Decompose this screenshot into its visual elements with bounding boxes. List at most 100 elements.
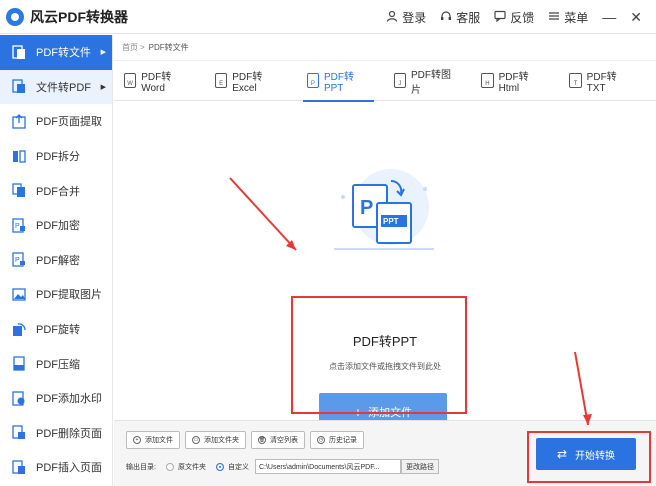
tab-pdf-to-ppt[interactable]: P PDF转PPT bbox=[302, 61, 374, 102]
add-icon: + bbox=[133, 436, 141, 444]
title-actions: 登录 客服 反馈 菜单 — ✕ bbox=[386, 0, 656, 34]
tab-label: PDF转Html bbox=[498, 71, 529, 94]
file-list-tools: + 添加文件 ▭ 添加文件夹 🗑 清空列表 ◷ 历史记录 bbox=[126, 431, 369, 449]
sidebar-item-label: PDF删除页面 bbox=[36, 427, 102, 440]
tab-label: PDF转Excel bbox=[232, 71, 263, 94]
sidebar-item-split[interactable]: PDF拆分 bbox=[0, 139, 112, 174]
user-icon bbox=[386, 10, 398, 25]
breadcrumb: 首页 > PDF转文件 bbox=[114, 35, 656, 61]
tab-pdf-to-word[interactable]: W PDF转Word bbox=[124, 61, 191, 101]
toolbar-add-file-button[interactable]: + 添加文件 bbox=[126, 431, 180, 449]
sidebar-item-extract-image[interactable]: PDF提取图片 bbox=[0, 277, 112, 312]
tab-pdf-to-html[interactable]: H PDF转Html bbox=[481, 61, 545, 101]
file-drop-area[interactable]: P PPT PDF转PPT 点击添加文件或拖拽文件到此处 + 添加文件 bbox=[114, 102, 656, 431]
page-extract-icon bbox=[10, 113, 28, 129]
sidebar: PDF转文件 ▶ 文件转PDF ▶ PDF页面提取 PDF拆分 PDF合并 P … bbox=[0, 35, 113, 486]
toolbar-clear-list-button[interactable]: 🗑 清空列表 bbox=[251, 431, 305, 449]
conversion-tabs: W PDF转Word E PDF转Excel P PDF转PPT J PDF转图… bbox=[114, 61, 656, 102]
login-button[interactable]: 登录 bbox=[386, 9, 426, 26]
annotation-box-start bbox=[527, 431, 651, 483]
sidebar-item-encrypt[interactable]: P PDF加密 bbox=[0, 208, 112, 243]
tab-label: PDF转TXT bbox=[586, 71, 617, 94]
annotation-box-drop bbox=[291, 296, 467, 414]
app-title: 风云PDF转换器 bbox=[30, 8, 128, 25]
watermark-icon bbox=[10, 390, 28, 406]
sidebar-item-merge[interactable]: PDF合并 bbox=[0, 173, 112, 208]
trash-icon: 🗑 bbox=[258, 436, 266, 444]
sidebar-item-label: 文件转PDF bbox=[36, 81, 91, 94]
radio-source-folder[interactable] bbox=[165, 462, 174, 471]
tab-pdf-to-txt[interactable]: T PDF转TXT bbox=[569, 61, 632, 101]
toolbar-button-label: 清空列表 bbox=[270, 437, 298, 444]
output-label: 输出目录: bbox=[126, 463, 156, 471]
ppt-file-icon: P bbox=[306, 73, 319, 88]
sidebar-item-compress[interactable]: PDF压缩 bbox=[0, 346, 112, 381]
encrypt-icon: P bbox=[10, 217, 28, 233]
insert-page-icon bbox=[10, 459, 28, 475]
sidebar-item-delete-page[interactable]: PDF删除页面 bbox=[0, 416, 112, 451]
sidebar-item-label: PDF转文件 bbox=[36, 47, 91, 60]
sidebar-item-label: PDF加密 bbox=[36, 220, 80, 233]
svg-text:P: P bbox=[15, 257, 20, 264]
toolbar-button-label: 历史记录 bbox=[329, 437, 357, 444]
feedback-icon bbox=[494, 10, 506, 25]
tab-pdf-to-image[interactable]: J PDF转图片 bbox=[393, 61, 458, 101]
html-file-icon: H bbox=[481, 73, 494, 88]
breadcrumb-current: PDF转文件 bbox=[148, 43, 189, 52]
word-file-icon: W bbox=[124, 73, 137, 88]
decrypt-icon: P bbox=[10, 252, 28, 268]
menu-label: 菜单 bbox=[564, 10, 589, 25]
sidebar-item-label: PDF拆分 bbox=[36, 151, 80, 164]
rotate-icon bbox=[10, 321, 28, 337]
feedback-label: 反馈 bbox=[510, 10, 535, 25]
merge-icon bbox=[10, 183, 28, 199]
pdf-convert-icon bbox=[10, 44, 28, 60]
sidebar-item-file-to-pdf[interactable]: 文件转PDF ▶ bbox=[0, 69, 112, 105]
extract-image-icon bbox=[10, 286, 28, 302]
breadcrumb-home[interactable]: 首页 bbox=[122, 42, 138, 53]
toolbar-add-folder-button[interactable]: ▭ 添加文件夹 bbox=[185, 431, 246, 449]
main-panel: 首页 > PDF转文件 W PDF转Word E PDF转Excel P PDF… bbox=[114, 35, 656, 486]
sidebar-item-pdf-to-file[interactable]: PDF转文件 ▶ bbox=[0, 35, 112, 70]
headset-icon bbox=[440, 10, 452, 25]
menu-button[interactable]: 菜单 bbox=[548, 9, 588, 26]
feedback-button[interactable]: 反馈 bbox=[494, 9, 534, 26]
support-button[interactable]: 客服 bbox=[440, 9, 480, 26]
folder-icon: ▭ bbox=[192, 436, 200, 444]
tab-label: PDF转图片 bbox=[411, 69, 452, 96]
login-label: 登录 bbox=[402, 10, 427, 25]
change-path-button[interactable]: 更改路径 bbox=[400, 459, 439, 474]
tab-label: PDF转Word bbox=[141, 71, 172, 94]
sidebar-item-insert-page[interactable]: PDF插入页面 bbox=[0, 450, 112, 485]
radio-custom[interactable] bbox=[215, 462, 224, 471]
app-logo-icon bbox=[6, 7, 24, 26]
svg-text:P: P bbox=[15, 223, 20, 230]
close-icon[interactable]: ✕ bbox=[630, 9, 642, 26]
ppt-document-illustration-icon: P PPT bbox=[334, 169, 434, 250]
excel-file-icon: E bbox=[215, 73, 228, 88]
compress-icon bbox=[10, 356, 28, 372]
sidebar-item-label: PDF压缩 bbox=[36, 358, 80, 371]
radio-source-label: 原文件夹 bbox=[177, 463, 206, 471]
radio-custom-label: 自定义 bbox=[227, 463, 249, 471]
sidebar-item-label: PDF添加水印 bbox=[36, 393, 102, 406]
toolbar-history-button[interactable]: ◷ 历史记录 bbox=[310, 431, 364, 449]
output-path-field[interactable]: C:\Users\admin\Documents\风云PDF... bbox=[254, 459, 401, 474]
sidebar-item-label: PDF提取图片 bbox=[36, 289, 102, 302]
tab-pdf-to-excel[interactable]: E PDF转Excel bbox=[215, 61, 283, 101]
sidebar-item-label: PDF解密 bbox=[36, 254, 80, 267]
illustration-letter: P bbox=[360, 197, 373, 219]
sidebar-item-page-extract[interactable]: PDF页面提取 bbox=[0, 104, 112, 139]
sidebar-item-label: PDF旋转 bbox=[36, 324, 80, 337]
toolbar-button-label: 添加文件夹 bbox=[204, 437, 239, 444]
sidebar-item-watermark[interactable]: PDF添加水印 bbox=[0, 381, 112, 416]
sidebar-item-decrypt[interactable]: P PDF解密 bbox=[0, 243, 112, 278]
txt-file-icon: T bbox=[569, 73, 582, 88]
sidebar-item-rotate[interactable]: PDF旋转 bbox=[0, 312, 112, 347]
title-bar: 风云PDF转换器 登录 客服 反馈 菜单 — ✕ bbox=[0, 0, 656, 34]
minimize-icon[interactable]: — bbox=[602, 9, 616, 25]
menu-icon bbox=[548, 10, 560, 25]
sidebar-item-label: PDF合并 bbox=[36, 185, 80, 198]
sidebar-item-label: PDF插入页面 bbox=[36, 462, 102, 475]
support-label: 客服 bbox=[456, 10, 481, 25]
